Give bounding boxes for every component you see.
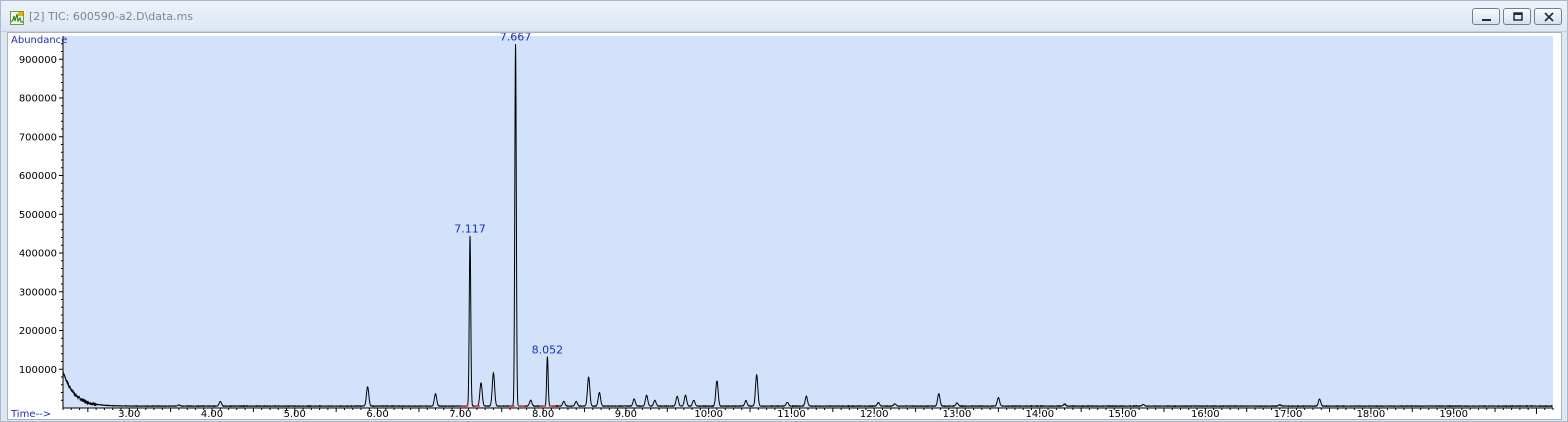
y-tick-label: 500000 — [19, 210, 57, 221]
restore-button[interactable] — [1503, 8, 1531, 25]
chromatogram-window: [2] TIC: 600590-a2.D\data.ms 100000 20000… — [0, 0, 1568, 422]
y-axis: 100000 200000 300000 400000 500000 600000 7000… — [19, 36, 64, 408]
close-button[interactable] — [1534, 8, 1562, 25]
x-tick-label: 14.00 — [1025, 409, 1054, 419]
peak-label: 8.052 — [532, 343, 564, 356]
minimize-button[interactable] — [1472, 8, 1500, 25]
minimize-icon — [1482, 19, 1491, 21]
plot-area-frame: 100000 200000 300000 400000 500000 600000 7000… — [7, 32, 1562, 420]
close-icon — [1544, 12, 1554, 22]
x-tick-label: 11.00 — [777, 409, 806, 419]
y-tick-label: 700000 — [19, 132, 57, 143]
x-axis-label: Time--> — [10, 409, 51, 419]
x-tick-label: 12.00 — [860, 409, 889, 419]
x-tick-label: 18.00 — [1357, 409, 1386, 419]
peak-label: 7.667 — [500, 33, 532, 44]
x-tick-label: 8.00 — [532, 409, 554, 419]
x-tick-label: 13.00 — [943, 409, 972, 419]
x-tick-label: 9.00 — [615, 409, 637, 419]
x-tick-label: 10.00 — [694, 409, 723, 419]
y-tick-label: 300000 — [19, 287, 57, 298]
plot-background — [63, 36, 1553, 408]
chromatogram-chart[interactable]: 100000 200000 300000 400000 500000 600000 7000… — [8, 33, 1561, 419]
restore-icon — [1513, 12, 1523, 21]
y-tick-label: 200000 — [19, 326, 57, 337]
window-title: [2] TIC: 600590-a2.D\data.ms — [29, 10, 194, 23]
x-tick-label: 3.00 — [118, 409, 140, 419]
x-tick-label: 4.00 — [201, 409, 223, 419]
peak-label: 7.117 — [454, 223, 486, 236]
x-tick-label: 6.00 — [366, 409, 388, 419]
title-bar[interactable]: [2] TIC: 600590-a2.D\data.ms — [1, 1, 1567, 32]
chromatogram-app-icon[interactable] — [10, 10, 24, 25]
y-tick-label: 900000 — [19, 55, 57, 66]
y-tick-label: 800000 — [19, 94, 57, 105]
x-tick-label: 19.00 — [1439, 409, 1468, 419]
y-tick-label: 100000 — [19, 365, 57, 376]
y-tick-label: 400000 — [19, 249, 57, 260]
x-tick-label: 17.00 — [1274, 409, 1303, 419]
x-tick-label: 16.00 — [1191, 409, 1220, 419]
x-tick-label: 15.00 — [1108, 409, 1137, 419]
y-axis-label: Abundance — [11, 35, 67, 46]
x-tick-label: 5.00 — [284, 409, 306, 419]
y-tick-label: 600000 — [19, 171, 57, 182]
x-tick-label: 7.00 — [449, 409, 471, 419]
x-axis: 3.00 4.00 5.00 6.00 7.00 8.00 9.00 10.00 11.00 12… — [62, 407, 1554, 419]
